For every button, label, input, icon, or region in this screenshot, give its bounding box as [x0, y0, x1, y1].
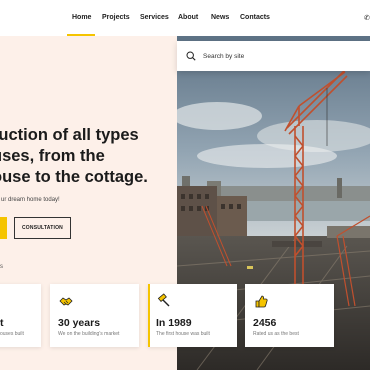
primary-cta-button[interactable]	[0, 217, 7, 239]
nav-news[interactable]: News	[211, 14, 229, 21]
stat-value: 2456	[253, 317, 277, 329]
top-navigation: Home Projects Services About News Contac…	[0, 0, 370, 36]
nav-projects[interactable]: Projects	[102, 14, 130, 21]
search-icon[interactable]	[186, 51, 196, 61]
headline-line-3: ouse to the cottage.	[0, 168, 148, 186]
headline-line-2: uses, from the	[0, 147, 105, 165]
hero-subtitle: ur dream home today!	[1, 197, 60, 203]
phone-icon[interactable]: ✆	[364, 14, 370, 22]
stat-card-founded: In 1989 The first house was built	[148, 284, 237, 347]
consultation-button[interactable]: CONSULTATION	[14, 217, 71, 239]
hero-side-label: s	[0, 264, 3, 270]
site-search	[177, 41, 370, 71]
handshake-icon	[59, 297, 73, 306]
stat-value: In 1989	[156, 317, 192, 329]
stat-value: 30 years	[58, 317, 101, 329]
stat-desc: The first house was built	[156, 331, 210, 337]
search-input[interactable]	[203, 41, 353, 71]
nav-services[interactable]: Services	[140, 14, 169, 21]
thumbs-up-icon	[255, 295, 268, 308]
stat-card-houses: t ouses built	[0, 284, 41, 347]
stat-desc: Rated us as the best	[253, 331, 299, 337]
nav-contacts[interactable]: Contacts	[240, 14, 270, 21]
stat-value: t	[0, 317, 4, 329]
stat-card-rating: 2456 Rated us as the best	[245, 284, 334, 347]
nav-about[interactable]: About	[178, 14, 198, 21]
stat-desc: ouses built	[0, 331, 24, 337]
hero-headline: ruction of all types uses, from the ouse…	[0, 125, 177, 188]
hammer-icon	[157, 293, 170, 307]
headline-line-1: ruction of all types	[0, 126, 139, 144]
stat-desc: We on the building's market	[58, 331, 120, 337]
card-accent	[148, 284, 150, 347]
nav-home[interactable]: Home	[72, 14, 91, 21]
stat-card-years: 30 years We on the building's market	[50, 284, 139, 347]
